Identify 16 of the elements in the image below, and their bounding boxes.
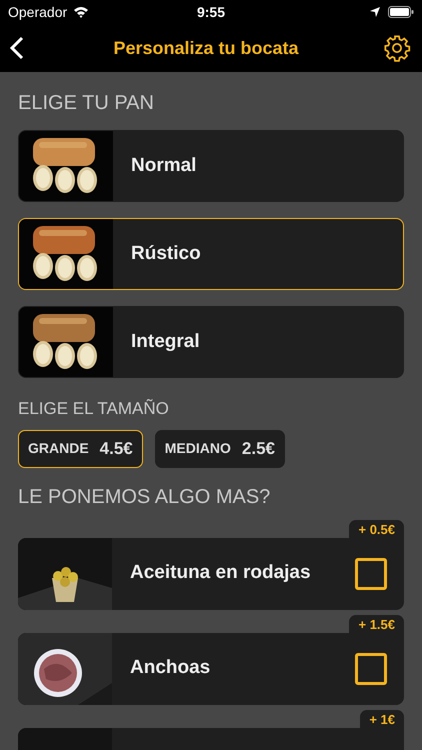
status-time: 9:55 [196,2,226,22]
size-option[interactable]: GRANDE 4.5€ [18,430,143,468]
section-title: ELIGE EL TAMAÑO [18,398,170,420]
extra-name: Aceituna en rodajas [130,561,312,586]
price-tag: + 0.5€ [349,520,404,538]
carrier-name: Operador [8,2,68,22]
section-title: LE PONEMOS ALGO MAS? [18,484,272,510]
extra-name: Anchoas [130,656,212,680]
screen-title: Personaliza tu bocata [112,36,300,60]
price-tag: + 1€ [360,710,404,728]
section-title: ELIGE TU PAN [18,91,155,116]
price-tag: + 1.5€ [349,614,404,632]
bread-option[interactable]: Rústico [18,218,404,290]
bread-option[interactable]: Normal [18,130,404,202]
size-option[interactable]: MEDIANO 2.5€ [154,430,285,468]
bread-option[interactable]: Integral [18,306,404,378]
